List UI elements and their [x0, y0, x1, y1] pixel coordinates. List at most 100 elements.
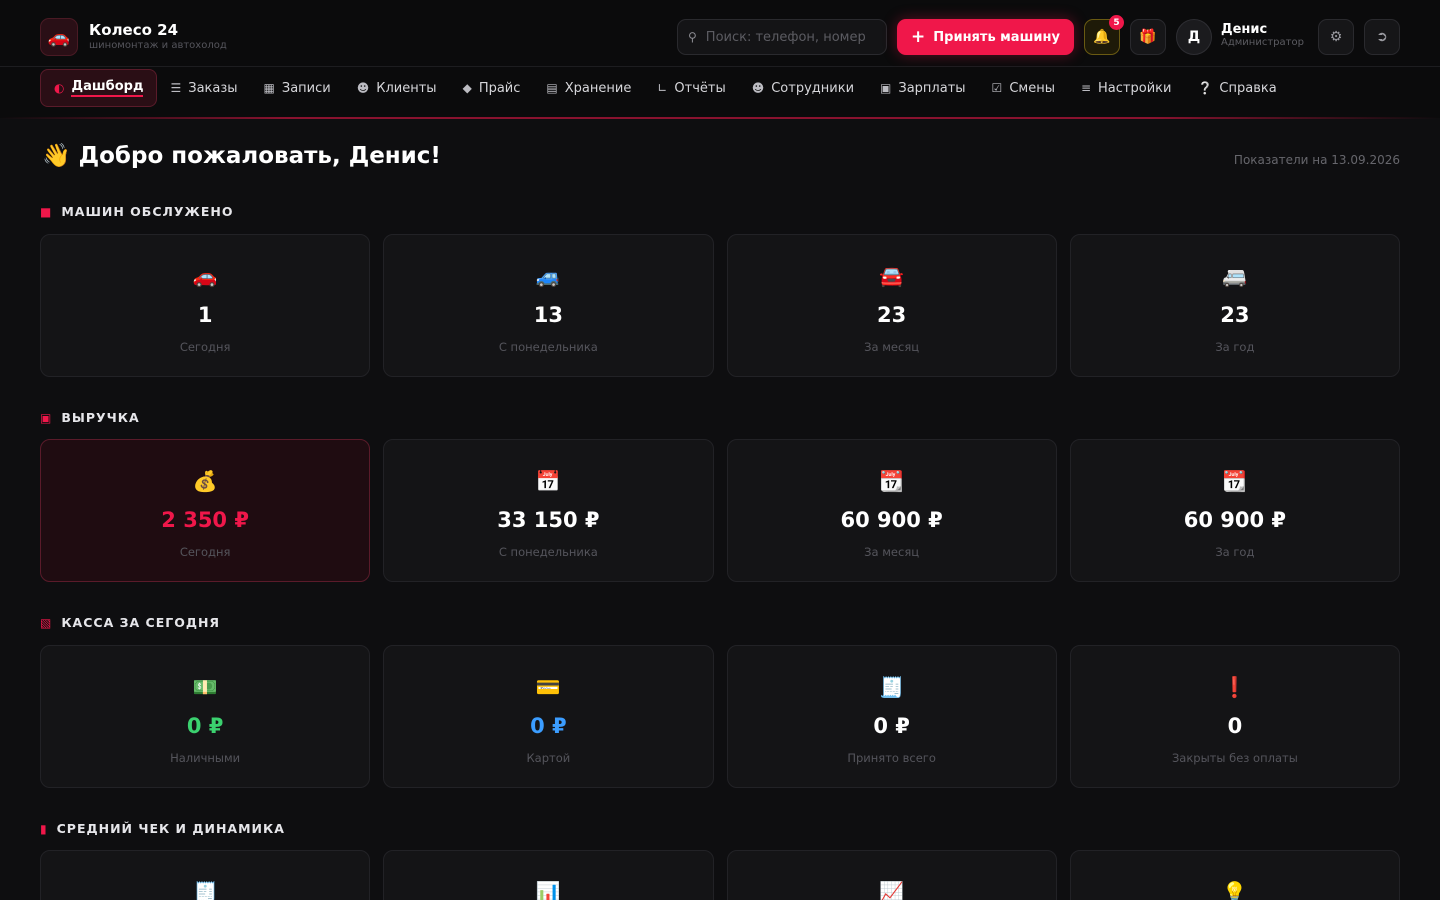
stat-value: 13: [533, 303, 563, 327]
stat-card-insight: 💡: [1069, 850, 1400, 900]
logo-car-icon[interactable]: 🚗: [40, 18, 78, 56]
logout-button[interactable]: ➲: [1364, 19, 1400, 55]
tag-icon: ◆: [462, 81, 472, 95]
search-box[interactable]: ⚲: [677, 19, 887, 55]
revenue-grid: 💰 2 350 ₽ Сегодня 📅 33 150 ₽ С понедельн…: [40, 439, 1400, 582]
nav-item-clients[interactable]: ☻ Клиенты: [344, 69, 450, 107]
gift-button[interactable]: 🎁: [1130, 19, 1166, 55]
logout-icon: ➲: [1376, 29, 1388, 45]
stat-value: 0: [1227, 714, 1243, 738]
warehouse-icon: ▤: [546, 81, 558, 95]
calendar-icon: ▦: [263, 81, 275, 95]
main-nav: ◐ Дашборд ☰ Заказы ▦ Записи ☻ Клиенты ◆ …: [0, 67, 1440, 118]
section-label: ВЫРУЧКА: [61, 410, 140, 425]
stat-value: 0 ₽: [873, 714, 910, 738]
lightbulb-icon: 💡: [1222, 880, 1248, 900]
gift-icon: 🎁: [1139, 29, 1157, 45]
stat-label: Закрыты без оплаты: [1171, 751, 1298, 765]
nav-item-employees[interactable]: ☻ Сотрудники: [739, 69, 867, 107]
stat-value: 0 ₽: [530, 714, 567, 738]
stat-card-unpaid-closed: ❗ 0 Закрыты без оплаты: [1069, 645, 1400, 788]
users-icon: ☻: [356, 81, 370, 95]
nav-item-salaries[interactable]: ▣ Зарплаты: [867, 69, 979, 107]
stat-value: 23: [877, 303, 907, 327]
cash-grid: 💵 0 ₽ Наличными 💳 0 ₽ Картой 🧾 0 ₽ Приня…: [40, 645, 1400, 788]
stat-card-average-check: 🧾: [40, 850, 371, 900]
nav-item-help[interactable]: ❔ Справка: [1184, 69, 1289, 107]
stat-value: 33 150 ₽: [497, 508, 600, 532]
banknote-icon: 💵: [192, 675, 218, 699]
stat-value: 23: [1220, 303, 1250, 327]
stat-card-revenue-month: 📆 60 900 ₽ За месяц: [726, 439, 1057, 582]
shift-icon: ☑: [991, 81, 1003, 95]
stat-card-revenue-year: 📆 60 900 ₽ За год: [1069, 439, 1400, 582]
nav-label: Записи: [281, 80, 331, 96]
accept-car-button[interactable]: + Принять машину: [897, 19, 1074, 55]
nav-label: Настройки: [1098, 80, 1172, 96]
cars-grid: 🚗 1 Сегодня 🚙 13 С понедельника 🚘 23 За …: [40, 234, 1400, 377]
stat-card-cars-today: 🚗 1 Сегодня: [40, 234, 371, 377]
stat-card-revenue-today: 💰 2 350 ₽ Сегодня: [40, 439, 371, 582]
stat-label: Принято всего: [847, 751, 936, 765]
stat-card-cars-week: 🚙 13 С понедельника: [383, 234, 714, 377]
nav-label: Смены: [1009, 80, 1055, 96]
bell-icon: 🔔: [1093, 29, 1111, 45]
stat-label: Наличными: [170, 751, 241, 765]
chart-icon: ∟: [657, 81, 668, 95]
notifications-badge: 5: [1109, 15, 1124, 30]
help-icon: ❔: [1197, 81, 1213, 95]
stat-value: 2 350 ₽: [161, 508, 249, 532]
stat-value: 60 900 ₽: [1183, 508, 1287, 532]
car-icon: ■: [40, 204, 53, 219]
trend-up-icon: 📈: [879, 880, 905, 900]
credit-card-icon: 💳: [535, 675, 561, 699]
car-front-icon: 🚘: [879, 264, 905, 288]
section-title-cars: ■ МАШИН ОБСЛУЖЕНО: [40, 204, 233, 219]
cash-register-icon: ▧: [40, 615, 53, 630]
search-input[interactable]: [705, 29, 866, 45]
nav-item-storage[interactable]: ▤ Хранение: [533, 69, 644, 107]
average-grid: 🧾 📊 📈 💡: [40, 850, 1400, 900]
stat-card-cash: 💵 0 ₽ Наличными: [40, 645, 371, 788]
nav-item-settings[interactable]: ≡ Настройки: [1068, 69, 1184, 107]
nav-label: Сотрудники: [771, 80, 855, 96]
user-name[interactable]: Денис: [1221, 22, 1267, 37]
top-bar: 🚗 Колесо 24 шиномонтаж и автохолод ⚲ + П…: [0, 0, 1440, 67]
page-title: 👋 Добро пожаловать, Денис!: [42, 143, 441, 169]
nav-item-appointments[interactable]: ▦ Записи: [251, 69, 344, 107]
stat-card-revenue-week: 📅 33 150 ₽ С понедельника: [383, 439, 714, 582]
nav-label: Клиенты: [376, 80, 437, 96]
section-label: КАССА ЗА СЕГОДНЯ: [61, 615, 221, 630]
user-role: Администратор: [1221, 37, 1304, 48]
exclamation-icon: ❗: [1222, 675, 1248, 699]
nav-label: Справка: [1219, 80, 1277, 96]
money-bag-icon: 💰: [192, 469, 218, 493]
calendar-icon: 📅: [535, 469, 561, 493]
stat-label: За месяц: [864, 545, 920, 559]
nav-label: Прайс: [478, 80, 521, 96]
money-icon: ▣: [40, 410, 53, 425]
van-icon: 🚐: [1222, 264, 1248, 288]
stat-card-cars-year: 🚐 23 За год: [1069, 234, 1400, 377]
app-name: Колесо 24: [89, 21, 179, 39]
suv-icon: 🚙: [535, 264, 561, 288]
nav-divider: [0, 117, 1440, 119]
stat-card-total-received: 🧾 0 ₽ Принято всего: [726, 645, 1057, 788]
settings-button[interactable]: ⚙: [1318, 19, 1354, 55]
notifications-button[interactable]: 🔔 5: [1084, 15, 1124, 55]
stat-label: С понедельника: [498, 545, 598, 559]
nav-item-orders[interactable]: ☰ Заказы: [157, 69, 250, 107]
stat-card-growth: 📈: [726, 850, 1057, 900]
nav-item-dashboard[interactable]: ◐ Дашборд: [40, 69, 158, 107]
money-icon: ▣: [880, 81, 892, 95]
sliders-icon: ≡: [1080, 81, 1092, 95]
section-title-cash: ▧ КАССА ЗА СЕГОДНЯ: [40, 615, 220, 630]
avatar[interactable]: Д: [1176, 19, 1212, 55]
app-subtitle: шиномонтаж и автохолод: [89, 40, 227, 51]
nav-item-shifts[interactable]: ☑ Смены: [979, 69, 1068, 107]
section-title-average: ▮ СРЕДНИЙ ЧЕК И ДИНАМИКА: [40, 821, 285, 836]
date-note: Показатели на 13.09.2026: [1233, 153, 1400, 167]
stat-label: За год: [1215, 545, 1255, 559]
nav-item-price[interactable]: ◆ Прайс: [450, 69, 534, 107]
nav-item-reports[interactable]: ∟ Отчёты: [644, 69, 738, 107]
